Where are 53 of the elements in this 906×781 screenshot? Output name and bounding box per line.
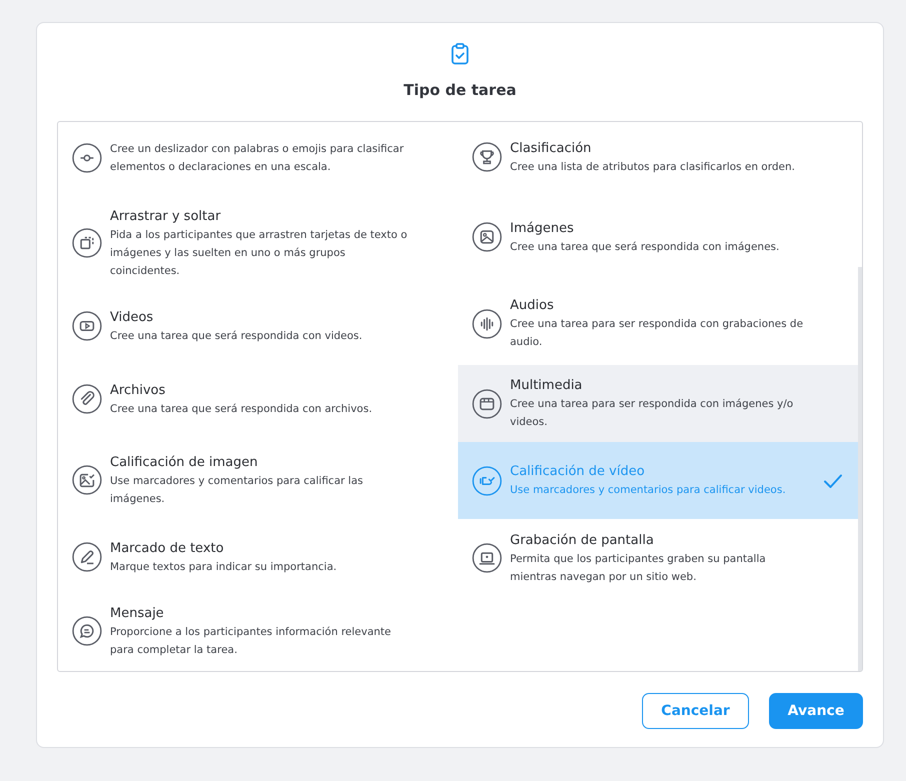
option-title: Videos [110, 308, 154, 326]
task-type-option[interactable]: Cree un deslizador con palabras o emojis para clasificar elementos o declaraciones en una escala. [58, 122, 458, 194]
option-description: Cree una tarea para ser respondida con imágenes y/o videos. [510, 397, 794, 430]
option-description: Use marcadores y comentarios para calificar las imágenes. [110, 474, 364, 506]
option-description: Use marcadores y comentarios para calificar videos. [510, 483, 787, 498]
play-screen-icon [72, 311, 102, 341]
option-description: Permita que los participantes graben su pantalla mientras navegan por un sitio web. [510, 552, 767, 584]
chat-bubble-icon [72, 616, 102, 646]
pencil-icon [72, 542, 102, 572]
option-title: Clasificación [510, 140, 592, 158]
browser-window-icon [472, 388, 502, 418]
option-description: Proporcione a los participantes información relevante para completar la tarea. [110, 624, 392, 658]
task-type-option[interactable]: Multimedia Cree una tarea para ser respondida con imágenes y/o videos. [458, 365, 858, 442]
option-description: Cree una tarea que será respondida con videos. [110, 328, 364, 344]
sound-wave-icon [472, 308, 502, 338]
task-type-option[interactable]: Marcado de texto Marque textos para indicar su importancia. [58, 522, 458, 592]
clipboard-check-icon [451, 43, 469, 65]
option-title: Audios [510, 297, 555, 315]
task-type-option[interactable]: Archivos Cree una tarea que será respondida con archivos. [58, 360, 458, 438]
paperclip-icon [72, 384, 102, 414]
task-type-option[interactable]: Grabación de pantalla Permita que los participantes graben su pantalla mientras navegan por un sitio web. [458, 519, 858, 597]
laptop-icon [472, 543, 502, 573]
task-type-option[interactable]: Clasificación Cree una lista de atributos para clasificarlos en orden. [458, 122, 858, 192]
option-title: Mensaje [110, 604, 165, 622]
option-title: Marcado de texto [110, 540, 225, 558]
trophy-icon [472, 142, 502, 172]
option-description: Cree una tarea que será respondida con archivos. [110, 402, 374, 416]
video-camera-check-icon [472, 466, 502, 496]
task-type-option[interactable]: Arrastrar y soltar Pida a los participantes que arrastren tarjetas de texto o imágenes y las suelten en uno o más grupos coincidentes. [58, 194, 458, 292]
option-description: Cree una tarea que será respondida con imágenes. [510, 240, 780, 254]
task-type-option[interactable]: Audios Cree una tarea para ser respondida con grabaciones de audio. [458, 282, 858, 365]
drag-squares-icon [72, 228, 102, 258]
option-description: Cree un deslizador con palabras o emojis para clasificar elementos o declaraciones en una escala. [110, 142, 405, 175]
option-title: Arrastrar y soltar [110, 208, 222, 226]
option-description: Pida a los participantes que arrastren tarjetas de texto o imágenes y las suelten en uno o más grupos coincidentes. [110, 228, 408, 278]
option-description: Marque textos para indicar su importancia. [110, 560, 338, 574]
option-description: Cree una lista de atributos para clasificarlos en orden. [510, 160, 796, 174]
slider-icon [72, 143, 102, 173]
dialog-title: Tipo de tarea [404, 81, 516, 99]
task-type-option[interactable]: Videos Cree una tarea que será respondida con videos. [58, 292, 458, 360]
option-description: Cree una tarea para ser respondida con grabaciones de audio. [510, 317, 804, 350]
option-title: Calificación de imagen [110, 454, 259, 472]
checkmark-icon [823, 472, 843, 488]
option-title: Archivos [110, 382, 166, 400]
option-title: Calificación de vídeo [510, 463, 646, 481]
task-type-option[interactable]: Imágenes Cree una tarea que será respondida con imágenes. [458, 192, 858, 282]
option-title: Grabación de pantalla [510, 532, 655, 550]
task-type-option[interactable]: Mensaje Proporcione a los participantes información relevante para completar la tarea. [58, 592, 458, 670]
option-title: Multimedia [510, 377, 584, 395]
option-title: Imágenes [510, 220, 575, 238]
image-check-icon [72, 465, 102, 495]
task-type-option[interactable]: Calificación de imagen Use marcadores y comentarios para calificar las imágenes. [58, 438, 458, 522]
image-icon [472, 222, 502, 252]
